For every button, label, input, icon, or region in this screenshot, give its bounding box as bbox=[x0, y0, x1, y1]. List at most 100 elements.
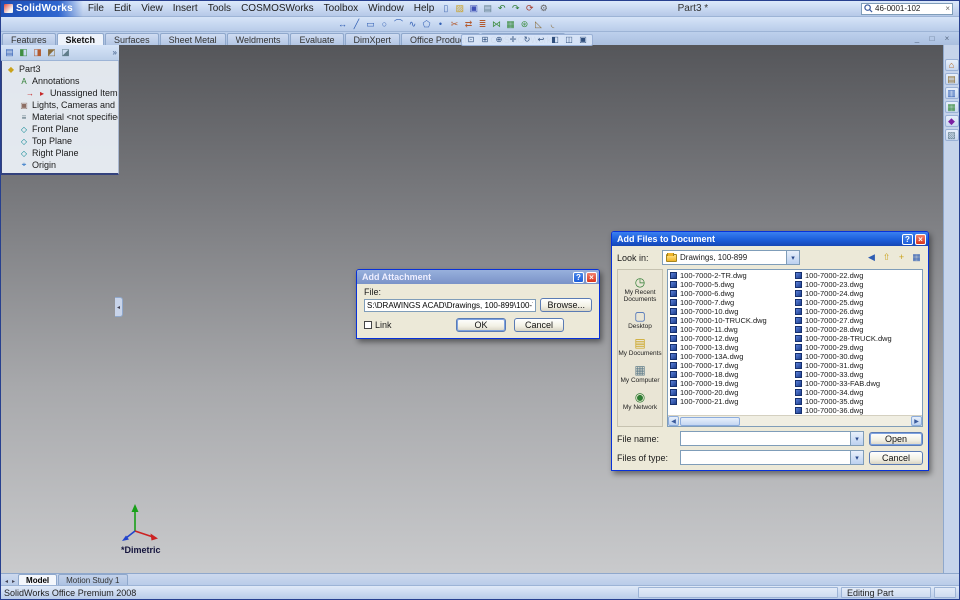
file-list-item[interactable]: 100-7000-20.dwg bbox=[670, 388, 795, 397]
options-icon[interactable]: ⚙ bbox=[537, 3, 550, 15]
menu-item[interactable]: Tools bbox=[203, 2, 236, 15]
file-list-item[interactable]: 100-7000-33.dwg bbox=[795, 370, 920, 379]
chevron-down-icon[interactable]: ▾ bbox=[850, 432, 863, 445]
propertymanager-icon[interactable]: ◧ bbox=[17, 47, 30, 59]
displaymanager-icon[interactable]: ◪ bbox=[59, 47, 72, 59]
place-my-documents[interactable]: ▤ My Documents bbox=[618, 337, 662, 358]
place-my-computer[interactable]: ▦ My Computer bbox=[618, 364, 662, 385]
file-explorer-icon[interactable]: ▥ bbox=[944, 87, 959, 99]
link-checkbox[interactable] bbox=[364, 321, 372, 329]
zoom-in-out-icon[interactable]: ⊕ bbox=[493, 35, 505, 45]
back-icon[interactable]: ◀ bbox=[865, 252, 878, 264]
file-list-item[interactable]: 100-7000-28.dwg bbox=[795, 325, 920, 334]
menu-item[interactable]: Window bbox=[363, 2, 409, 15]
file-list-item[interactable]: 100-7000-2-TR.dwg bbox=[670, 271, 795, 280]
feature-tree-item[interactable]: ⌖ Origin bbox=[2, 159, 118, 171]
file-list-item[interactable]: 100-7000-12.dwg bbox=[670, 334, 795, 343]
file-list-item[interactable]: 100-7000-28-TRUCK.dwg bbox=[795, 334, 920, 343]
undo-icon[interactable]: ↶ bbox=[495, 3, 508, 15]
redo-icon[interactable]: ↷ bbox=[509, 3, 522, 15]
scroll-left-icon[interactable]: ◀ bbox=[668, 416, 679, 426]
custom-properties-icon[interactable]: ▧ bbox=[944, 129, 959, 141]
featuremanager-overflow-button[interactable]: » bbox=[113, 48, 117, 57]
sheet-nav-left-icon[interactable]: ◂ bbox=[3, 578, 10, 585]
circular-pattern-icon[interactable]: ⊛ bbox=[518, 18, 531, 30]
new-document-icon[interactable]: ▯ bbox=[439, 3, 452, 15]
configurationmanager-icon[interactable]: ◨ bbox=[31, 47, 44, 59]
file-list-item[interactable]: 100-7000-10.dwg bbox=[670, 307, 795, 316]
file-list-item[interactable]: 100-7000-19.dwg bbox=[670, 379, 795, 388]
polygon-icon[interactable]: ⬠ bbox=[420, 18, 433, 30]
feature-tree-item[interactable]: ◇ Right Plane bbox=[2, 147, 118, 159]
zoom-to-fit-icon[interactable]: ⊡ bbox=[465, 35, 477, 45]
ok-button[interactable]: OK bbox=[456, 318, 506, 332]
section-view-icon[interactable]: ◧ bbox=[549, 35, 561, 45]
convert-entities-icon[interactable]: ⇄ bbox=[462, 18, 475, 30]
minimize-icon[interactable]: _ bbox=[911, 33, 923, 45]
point-icon[interactable]: • bbox=[434, 18, 447, 30]
new-folder-icon[interactable]: + bbox=[895, 252, 908, 264]
rebuild-icon[interactable]: ⟳ bbox=[523, 3, 536, 15]
chevron-down-icon[interactable]: ▾ bbox=[786, 251, 799, 264]
file-list-item[interactable]: 100-7000-22.dwg bbox=[795, 271, 920, 280]
pan-icon[interactable]: ✛ bbox=[507, 35, 519, 45]
search-input[interactable]: 46-0001-102 bbox=[875, 4, 943, 13]
file-list-item[interactable]: 100-7000-35.dwg bbox=[795, 397, 920, 406]
file-list-item[interactable]: 100-7000-30.dwg bbox=[795, 352, 920, 361]
featuremanager-tree-icon[interactable]: ▤ bbox=[3, 47, 16, 59]
file-list-item[interactable]: 100-7000-23.dwg bbox=[795, 280, 920, 289]
sheet-tab[interactable]: Model bbox=[18, 574, 58, 585]
feature-tree-item[interactable]: ◇ Front Plane bbox=[2, 123, 118, 135]
arc-icon[interactable]: ⌒ bbox=[392, 18, 405, 30]
feature-tree-item[interactable]: ◇ Top Plane bbox=[2, 135, 118, 147]
file-list-item[interactable]: 100-7000-11.dwg bbox=[670, 325, 795, 334]
command-tab[interactable]: Sheet Metal bbox=[159, 33, 226, 45]
file-list-item[interactable]: 100-7000-17.dwg bbox=[670, 361, 795, 370]
command-tab[interactable]: DimXpert bbox=[344, 33, 401, 45]
menu-item[interactable]: File bbox=[83, 2, 109, 15]
scrollbar-thumb[interactable] bbox=[680, 416, 740, 426]
mirror-entities-icon[interactable]: ⋈ bbox=[490, 18, 503, 30]
solidworks-resources-icon[interactable]: ⌂ bbox=[944, 59, 959, 71]
command-tab[interactable]: Sketch bbox=[56, 33, 105, 45]
offset-entities-icon[interactable]: ≣ bbox=[476, 18, 489, 30]
file-list-item[interactable]: 100-7000-36.dwg bbox=[795, 406, 920, 415]
menu-item[interactable]: View bbox=[136, 2, 168, 15]
view-palette-icon[interactable]: ▦ bbox=[944, 101, 959, 113]
help-icon[interactable]: ? bbox=[902, 233, 913, 245]
open-button[interactable]: Open bbox=[869, 431, 923, 446]
file-list-item[interactable]: 100-7000-18.dwg bbox=[670, 370, 795, 379]
sheet-nav-right-icon[interactable]: ▸ bbox=[10, 578, 17, 585]
place-desktop[interactable]: ▢ Desktop bbox=[618, 310, 662, 331]
close-icon[interactable]: × bbox=[941, 33, 953, 45]
restore-icon[interactable]: □ bbox=[926, 33, 938, 45]
search-box[interactable]: 46-0001-102 × bbox=[861, 2, 953, 15]
command-tab[interactable]: Weldments bbox=[226, 33, 290, 45]
linear-pattern-icon[interactable]: ▦ bbox=[504, 18, 517, 30]
feature-tree-item[interactable]: ≡ Material <not specified> bbox=[2, 111, 118, 123]
design-library-icon[interactable]: ▤ bbox=[944, 73, 959, 85]
command-tab[interactable]: Evaluate bbox=[290, 33, 344, 45]
rotate-view-icon[interactable]: ↻ bbox=[521, 35, 533, 45]
close-icon[interactable]: × bbox=[586, 271, 597, 283]
file-list-item[interactable]: 100-7000-21.dwg bbox=[670, 397, 795, 406]
circle-icon[interactable]: ○ bbox=[378, 18, 391, 30]
file-list-item[interactable]: 100-7000-24.dwg bbox=[795, 289, 920, 298]
feature-tree-item[interactable]: → ▸ Unassigned Items bbox=[2, 87, 118, 99]
close-icon[interactable]: × bbox=[915, 233, 926, 245]
place-my-network[interactable]: ◉ My Network bbox=[618, 391, 662, 412]
file-list-item[interactable]: 100-7000-34.dwg bbox=[795, 388, 920, 397]
command-tab[interactable]: Features bbox=[2, 33, 56, 45]
line-icon[interactable]: ╱ bbox=[350, 18, 363, 30]
feature-tree-item[interactable]: ▣ Lights, Cameras and Scene bbox=[2, 99, 118, 111]
view-orientation-icon[interactable]: ▣ bbox=[577, 35, 589, 45]
feature-tree-root[interactable]: ◆ Part3 bbox=[2, 63, 118, 75]
files-of-type-combobox[interactable]: ▾ bbox=[680, 450, 864, 465]
previous-view-icon[interactable]: ↩ bbox=[535, 35, 547, 45]
file-list-item[interactable]: 100-7000-13A.dwg bbox=[670, 352, 795, 361]
file-list-item[interactable]: 100-7000-29.dwg bbox=[795, 343, 920, 352]
menu-item[interactable]: Help bbox=[409, 2, 440, 15]
horizontal-scrollbar[interactable]: ◀ ▶ bbox=[668, 415, 922, 426]
panel-collapse-arrow[interactable]: ◂ bbox=[115, 297, 123, 317]
file-list-item[interactable]: 100-7000-7.dwg bbox=[670, 298, 795, 307]
